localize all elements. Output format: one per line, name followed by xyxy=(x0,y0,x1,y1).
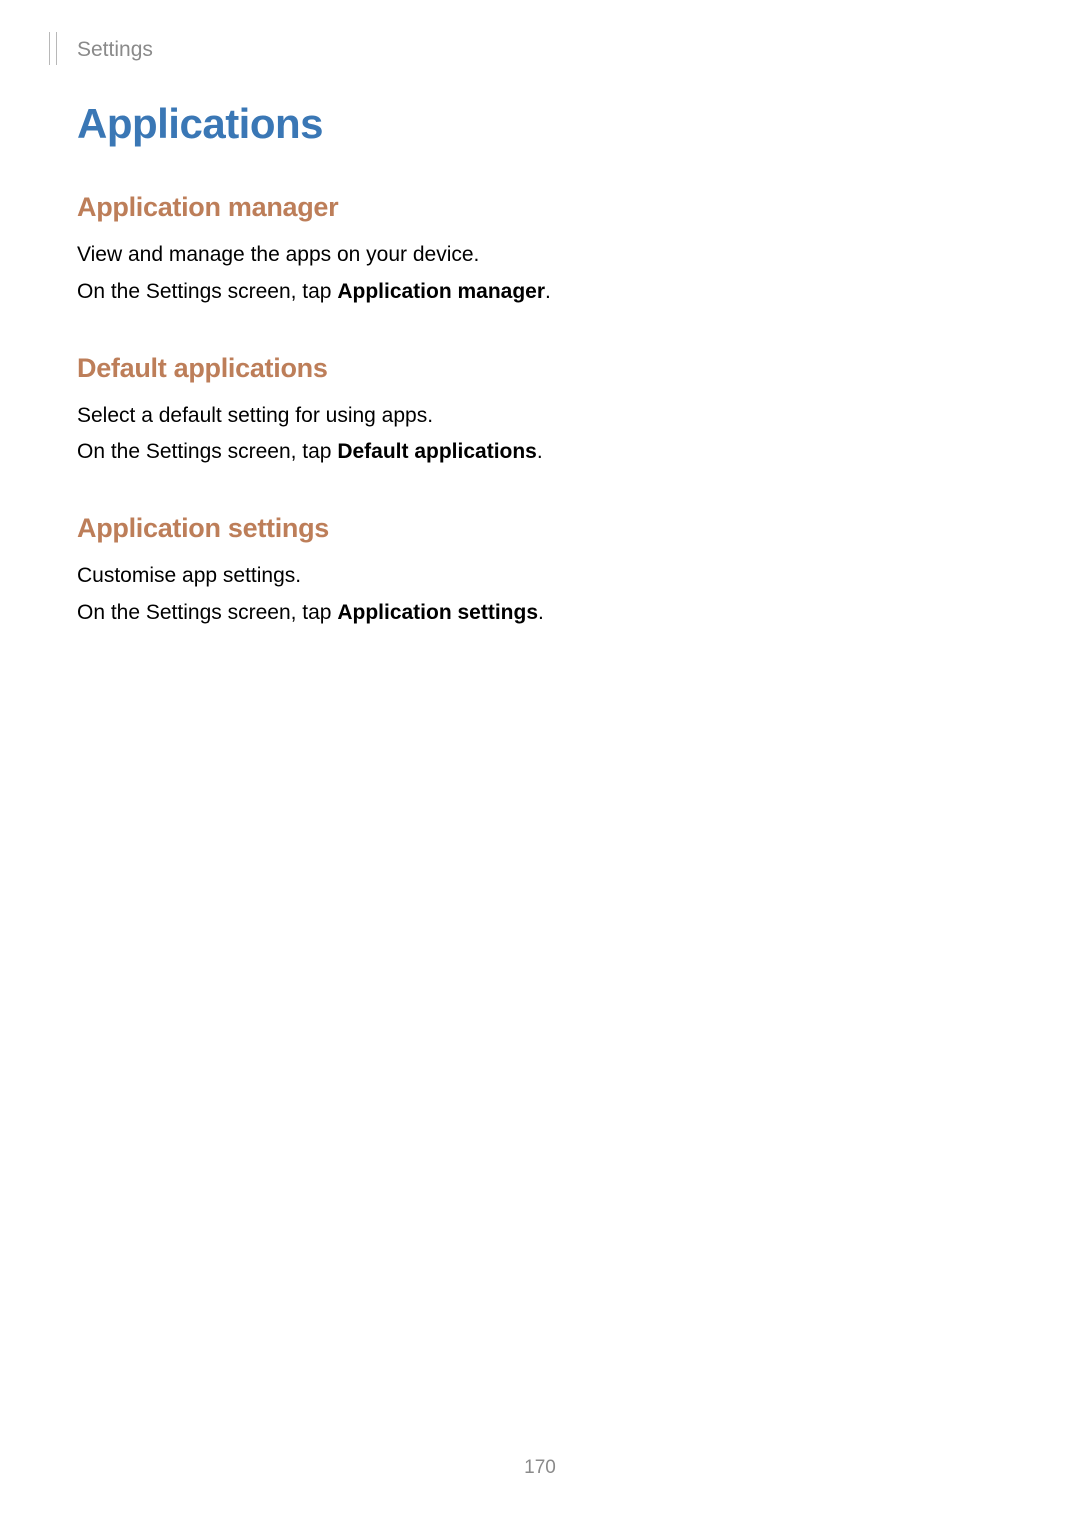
section-body-line: Select a default setting for using apps. xyxy=(77,398,997,435)
section-heading: Default applications xyxy=(77,353,997,384)
page-title: Applications xyxy=(77,100,997,148)
section-body-line: On the Settings screen, tap Application … xyxy=(77,595,997,632)
bold-term: Application settings xyxy=(337,601,538,624)
text-fragment: . xyxy=(545,280,551,303)
section-application-manager: Application manager View and manage the … xyxy=(77,192,997,311)
text-fragment: . xyxy=(537,440,543,463)
breadcrumb: Settings xyxy=(77,38,153,62)
section-body-line: On the Settings screen, tap Application … xyxy=(77,274,997,311)
text-fragment: On the Settings screen, tap xyxy=(77,601,337,624)
section-body-line: On the Settings screen, tap Default appl… xyxy=(77,434,997,471)
text-fragment: . xyxy=(538,601,544,624)
text-fragment: On the Settings screen, tap xyxy=(77,440,337,463)
section-heading: Application manager xyxy=(77,192,997,223)
text-fragment: On the Settings screen, tap xyxy=(77,280,337,303)
bold-term: Default applications xyxy=(337,440,537,463)
page-number: 170 xyxy=(0,1457,1080,1479)
section-body-line: View and manage the apps on your device. xyxy=(77,237,997,274)
bold-term: Application manager xyxy=(337,280,545,303)
header-tab-marker xyxy=(49,32,57,65)
content-area: Applications Application manager View an… xyxy=(77,100,997,674)
section-body-line: Customise app settings. xyxy=(77,558,997,595)
section-default-applications: Default applications Select a default se… xyxy=(77,353,997,472)
section-heading: Application settings xyxy=(77,513,997,544)
section-application-settings: Application settings Customise app setti… xyxy=(77,513,997,632)
